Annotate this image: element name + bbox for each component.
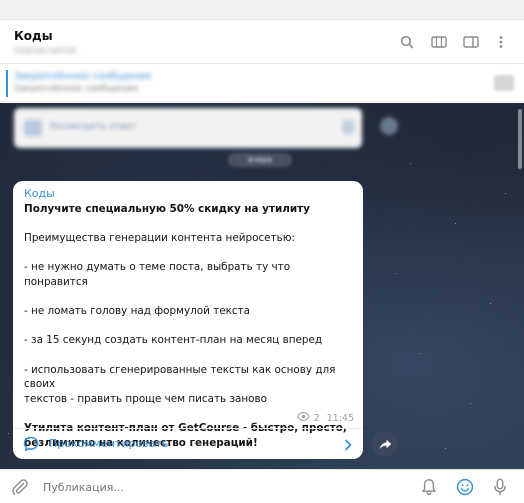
previous-share-button[interactable] [380,117,398,135]
sender-name[interactable]: Коды [24,187,55,200]
chat-scrollbar[interactable] [518,109,522,169]
message-bullet: - не нужно думать о теме поста, выбрать … [24,261,291,288]
pinned-message-bar[interactable]: Закреплённое сообщение Закреплённое сооб… [0,65,524,102]
search-icon[interactable] [398,33,416,51]
chat-title[interactable]: Коды [14,29,53,43]
preview-icon [24,120,42,136]
preview-arrow-icon [342,120,354,134]
message-headline: Получите специальную 50% скидку на утили… [24,203,310,215]
message-bullet: - использовать сгенерированные тексты ка… [24,363,336,391]
share-arrow-icon [379,439,391,449]
share-button[interactable] [372,431,398,457]
comment-icon [23,436,39,452]
pinned-accent-bar [6,70,8,97]
message-bullet: - за 15 секунд создать контент-план на м… [24,334,323,347]
composer-input[interactable] [43,479,403,495]
pinned-text: Закреплённое сообщение [14,84,138,94]
chat-header: Коды подписчиков [0,20,524,64]
window-top-strip [0,0,524,20]
message-intro: Преимущества генерации контента нейросет… [24,232,295,245]
message-time: 11:45 [326,412,354,424]
more-icon[interactable] [492,33,510,51]
chevron-right-icon [342,437,354,451]
sidebar-icon[interactable] [462,33,480,51]
chat-area: Посмотреть ответ вчера Коды Получите спе… [0,103,524,469]
microphone-icon[interactable] [490,477,510,497]
comment-label: Прокомментировать [49,437,169,450]
date-separator: вчера [228,153,292,167]
composer-bar [0,469,524,503]
bell-icon[interactable] [419,477,439,497]
columns-icon[interactable] [430,33,448,51]
message-bubble: Коды Получите специальную 50% скидку на … [13,181,363,459]
pinned-title: Закреплённое сообщение [14,71,152,82]
eye-icon [296,412,310,424]
emoji-icon[interactable] [455,477,475,497]
chat-subtitle: подписчиков [14,46,76,56]
paperclip-icon[interactable] [10,477,30,497]
comment-button[interactable]: Прокомментировать [13,429,363,459]
message-bullet: - не ломать голову над формулой текста [24,305,250,318]
message-bullet-continuation: текстов - править проще чем писать занов… [24,392,267,405]
previous-post-preview[interactable]: Посмотреть ответ [14,108,362,148]
message-meta: 2 11:45 [296,412,354,424]
preview-text: Посмотреть ответ [50,122,137,132]
view-count: 2 [313,412,320,424]
pinned-action-button[interactable] [494,75,514,91]
